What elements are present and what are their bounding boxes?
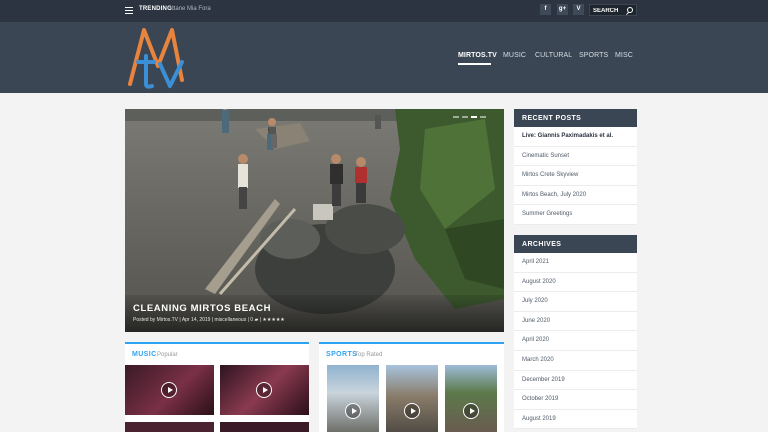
featured-slider[interactable]: CLEANING MIRTOS BEACH Posted by Mirtos.T… xyxy=(125,109,504,332)
archive-link[interactable]: August 2020 xyxy=(514,273,637,293)
music-video-thumb[interactable] xyxy=(220,365,309,415)
nav-cultural[interactable]: CULTURAL xyxy=(535,52,572,59)
sports-video-thumb[interactable] xyxy=(327,365,379,432)
archive-link[interactable]: April 2021 xyxy=(514,253,637,273)
sports-section-subtitle: Top Rated xyxy=(355,352,383,358)
trending-label: TRENDING: xyxy=(139,6,175,12)
archive-link[interactable]: December 2019 xyxy=(514,371,637,391)
recent-posts-title: RECENT POSTS xyxy=(514,109,637,127)
archives-title: ARCHIVES xyxy=(514,235,637,253)
music-video-thumb[interactable] xyxy=(125,365,214,415)
nav-music[interactable]: MUSIC xyxy=(503,52,526,59)
sports-section-title[interactable]: SPORTS xyxy=(326,351,357,358)
slider-dot-active[interactable] xyxy=(471,116,477,118)
music-section: MUSIC Popular xyxy=(125,342,309,432)
archive-link[interactable]: July 2020 xyxy=(514,292,637,312)
search-input[interactable] xyxy=(593,6,627,15)
slider-dot[interactable] xyxy=(462,116,468,118)
search-icon[interactable] xyxy=(627,7,633,13)
search-box xyxy=(589,4,637,16)
hero-title[interactable]: CLEANING MIRTOS BEACH xyxy=(133,303,271,314)
slider-dot[interactable] xyxy=(480,116,486,118)
archives-widget: ARCHIVES April 2021 August 2020 July 202… xyxy=(514,235,637,430)
mirtos-tv-logo[interactable] xyxy=(124,26,192,90)
archive-link[interactable]: June 2020 xyxy=(514,312,637,332)
recent-post-link[interactable]: Mirtos Beach, July 2020 xyxy=(514,186,637,206)
archive-link[interactable]: April 2020 xyxy=(514,331,637,351)
recent-post-link[interactable]: Mirtos Crete Skyview xyxy=(514,166,637,186)
slider-dot[interactable] xyxy=(453,116,459,118)
play-icon[interactable] xyxy=(463,403,479,419)
recent-posts-widget: RECENT POSTS Live: Giannis Paximadakis e… xyxy=(514,109,637,225)
recent-post-link[interactable]: Live: Giannis Paximadakis et al. xyxy=(514,127,637,147)
facebook-icon[interactable]: f xyxy=(540,4,551,15)
nav-sports[interactable]: SPORTS xyxy=(579,52,608,59)
site-header xyxy=(0,22,768,93)
menu-icon[interactable] xyxy=(125,7,133,14)
archive-link[interactable]: October 2019 xyxy=(514,390,637,410)
nav-mirtos-tv[interactable]: MIRTOS.TV xyxy=(458,52,497,59)
vimeo-icon[interactable]: V xyxy=(573,4,584,15)
play-icon[interactable] xyxy=(256,382,272,398)
play-icon[interactable] xyxy=(404,403,420,419)
music-video-thumb[interactable] xyxy=(220,422,309,432)
nav-misc[interactable]: MISC xyxy=(615,52,633,59)
trending-link[interactable]: Itane Mia Fora xyxy=(172,6,211,12)
sports-video-thumb[interactable] xyxy=(386,365,438,432)
nav-active-indicator xyxy=(458,63,491,65)
play-icon[interactable] xyxy=(161,382,177,398)
music-section-title[interactable]: MUSIC xyxy=(132,351,157,358)
music-video-thumb[interactable] xyxy=(125,422,214,432)
recent-post-link[interactable]: Cinematic Sunset xyxy=(514,147,637,167)
top-bar: TRENDING: Itane Mia Fora f g+ V xyxy=(0,0,768,22)
play-icon[interactable] xyxy=(345,403,361,419)
recent-post-link[interactable]: Summer Greetings xyxy=(514,205,637,225)
sports-section: SPORTS Top Rated xyxy=(319,342,504,432)
archive-link[interactable]: March 2020 xyxy=(514,351,637,371)
sports-video-thumb[interactable] xyxy=(445,365,497,432)
music-section-subtitle: Popular xyxy=(157,352,178,358)
google-plus-icon[interactable]: g+ xyxy=(557,4,568,15)
hero-meta: Posted by Mirtos.TV | Apr 14, 2019 | mis… xyxy=(133,317,285,323)
archive-link[interactable]: August 2019 xyxy=(514,410,637,430)
